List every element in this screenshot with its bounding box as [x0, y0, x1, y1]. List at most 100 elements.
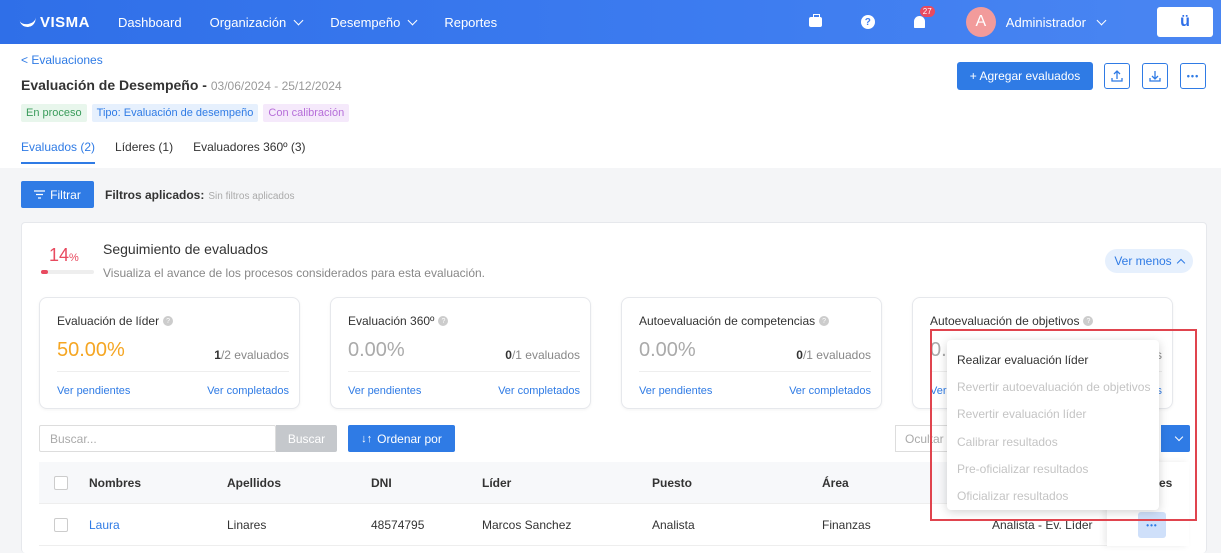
user-name: Administrador: [1005, 14, 1086, 30]
visma-swoosh-icon: [19, 15, 37, 29]
stat-card-evaluacion-lider: Evaluación de líder? 50.00% 1/2 evaluado…: [39, 297, 300, 409]
column-header-nombres[interactable]: Nombres: [89, 476, 141, 490]
divider: [639, 371, 871, 372]
overall-progress-bar: [41, 270, 94, 274]
stat-total: /1 evaluados: [802, 348, 871, 362]
select-all-checkbox[interactable]: [54, 476, 68, 490]
stat-label-text: Autoevaluación de competencias: [639, 314, 816, 328]
applied-filters-value: Sin filtros aplicados: [208, 191, 295, 202]
stat-done: 0: [505, 348, 512, 362]
pending-link[interactable]: Ver pendientes: [639, 385, 712, 397]
search-button[interactable]: Buscar: [276, 425, 337, 452]
column-header-area[interactable]: Área: [822, 476, 849, 490]
progress-fill: [41, 270, 49, 274]
stat-label-text: Autoevaluación de objetivos: [930, 314, 1080, 328]
info-icon[interactable]: ?: [438, 316, 449, 326]
chevron-down-icon: [1096, 15, 1107, 25]
upload-button[interactable]: [1104, 63, 1130, 89]
tab-evaluados[interactable]: Evaluados (2): [21, 140, 96, 164]
nav-organizacion[interactable]: Organización: [209, 14, 304, 30]
completed-link[interactable]: Ver completados: [789, 385, 871, 397]
calibration-tag: Con calibración: [263, 104, 350, 122]
briefcase-button[interactable]: [806, 12, 826, 32]
stat-done: 1: [214, 348, 221, 362]
column-header-lider[interactable]: Líder: [482, 476, 511, 490]
avatar[interactable]: A: [965, 7, 996, 37]
stat-value: 0.00%: [639, 339, 696, 361]
pending-link[interactable]: Ver pendientes: [348, 385, 421, 397]
title-text: Evaluación de Desempeño -: [21, 77, 211, 93]
nav-label: Organización: [209, 14, 287, 30]
more-icon: •••: [1186, 71, 1200, 81]
more-options-button[interactable]: •••: [1180, 63, 1206, 89]
status-tag: En proceso: [21, 104, 87, 122]
filter-button[interactable]: Filtrar: [21, 181, 94, 208]
more-icon: •••: [1146, 520, 1158, 530]
info-icon[interactable]: ?: [163, 316, 174, 326]
app-switcher-button[interactable]: ü: [1157, 7, 1213, 37]
stat-label-text: Evaluación 360º: [348, 314, 435, 328]
filter-icon: [34, 190, 46, 199]
download-icon: [1149, 71, 1161, 82]
toggle-label: Ver menos: [1114, 254, 1172, 268]
stat-label: Evaluación de líder?: [57, 314, 174, 328]
type-tag: Tipo: Evaluación de desempeño: [91, 104, 259, 122]
highlight-box: [930, 329, 1197, 521]
column-header-apellidos[interactable]: Apellidos: [227, 476, 281, 490]
column-header-puesto[interactable]: Puesto: [652, 476, 692, 490]
cell-nombres[interactable]: Laura: [89, 518, 120, 532]
page-title: Evaluación de Desempeño - 03/06/2024 - 2…: [21, 77, 342, 93]
bell-icon: [914, 16, 926, 28]
notification-badge: 27: [919, 6, 935, 17]
back-link[interactable]: < Evaluaciones: [21, 53, 103, 67]
stat-count: 1/2 evaluados: [214, 348, 289, 362]
nav-dashboard[interactable]: Dashboard: [118, 15, 182, 30]
cell-area: Finanzas: [822, 518, 871, 532]
chevron-down-icon: [407, 15, 418, 25]
stat-count: 0/1 evaluados: [505, 348, 580, 362]
column-header-dni[interactable]: DNI: [371, 476, 392, 490]
stat-card-evaluacion-360: Evaluación 360º? 0.00% 0/1 evaluados Ver…: [330, 297, 591, 409]
tabs: Evaluados (2) Líderes (1) Evaluadores 36…: [21, 140, 306, 164]
chevron-down-icon: [293, 15, 304, 25]
tab-evaluadores-360[interactable]: Evaluadores 360º (3): [193, 140, 305, 164]
info-icon[interactable]: ?: [819, 316, 830, 326]
applied-filters: Filtros aplicados: Sin filtros aplicados: [105, 188, 295, 202]
add-evaluados-button[interactable]: + Agregar evaluados: [957, 62, 1093, 90]
divider: [57, 371, 289, 372]
stat-label-text: Evaluación de líder: [57, 314, 160, 328]
stat-total: /2 evaluados: [220, 348, 289, 362]
sort-icon: ↓↑: [361, 432, 373, 445]
row-checkbox[interactable]: [54, 518, 68, 532]
stat-label: Autoevaluación de competencias?: [639, 314, 830, 328]
stat-count: 0/1 evaluados: [796, 348, 871, 362]
tracking-subtitle: Visualiza el avance de los procesos cons…: [103, 266, 486, 280]
nav-label: Dashboard: [118, 14, 182, 30]
download-button[interactable]: [1142, 63, 1168, 89]
stat-card-autoevaluacion-competencias: Autoevaluación de competencias? 0.00% 0/…: [621, 297, 882, 409]
info-icon[interactable]: ?: [1083, 316, 1094, 326]
nav-desempeno[interactable]: Desempeño: [330, 15, 418, 30]
completed-link[interactable]: Ver completados: [498, 385, 580, 397]
stat-value: 0.00%: [348, 339, 405, 361]
pending-link[interactable]: Ver pendientes: [57, 385, 130, 397]
applied-filters-label: Filtros aplicados:: [105, 188, 205, 202]
visma-logo[interactable]: VISMA: [19, 14, 90, 31]
nav-reportes[interactable]: Reportes: [444, 15, 497, 30]
cell-lider: Marcos Sanchez: [482, 518, 572, 532]
user-menu[interactable]: Administrador: [1005, 14, 1107, 30]
stat-done: 0: [796, 348, 803, 362]
help-button[interactable]: ?: [858, 12, 878, 32]
nav-label: Reportes: [444, 14, 498, 30]
cell-dni: 48574795: [371, 518, 425, 532]
help-icon: ?: [860, 15, 875, 29]
order-by-label: Ordenar por: [377, 431, 442, 446]
completed-link[interactable]: Ver completados: [207, 385, 289, 397]
title-dates: 03/06/2024 - 25/12/2024: [210, 79, 342, 93]
order-by-button[interactable]: ↓↑ Ordenar por: [348, 425, 455, 452]
filter-button-label: Filtrar: [50, 187, 81, 202]
tab-lideres[interactable]: Líderes (1): [115, 140, 173, 164]
toggle-details-button[interactable]: Ver menos: [1105, 249, 1193, 273]
notifications-button[interactable]: 27: [910, 6, 935, 32]
search-input[interactable]: Buscar...: [39, 425, 276, 452]
